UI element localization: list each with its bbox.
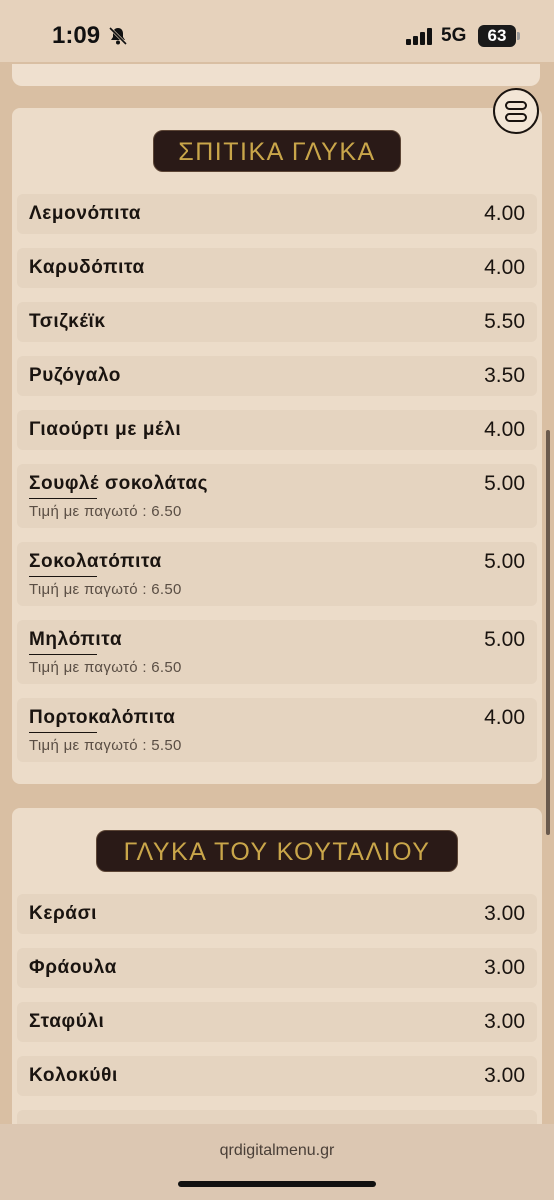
item-price: 4.00 [484,202,525,225]
menu-item[interactable]: Κολοκύθι 3.00 [17,1056,537,1096]
item-name: Ρυζόγαλο [29,365,122,386]
home-indicator[interactable] [178,1181,376,1187]
signal-icon [406,28,434,50]
menu-item[interactable]: Τσιζκέϊκ 5.50 [17,302,537,342]
menu-item[interactable]: Γιαούρτι με μέλι 4.00 [17,410,537,450]
menu-item[interactable]: Φράουλα 3.00 [17,948,537,988]
item-name: Λεμονόπιτα [29,203,142,224]
url-text[interactable]: qrdigitalmenu.gr [0,1142,554,1160]
status-bar: 1:09 5G 63 [0,0,554,62]
menu-item[interactable]: Μηλόπιτα 5.00 Τιμή με παγωτό : 6.50 [17,620,537,684]
item-price: 4.00 [484,418,525,441]
item-name: Τσιζκέϊκ [29,311,106,332]
menu-item[interactable]: Ρυζόγαλο 3.50 [17,356,537,396]
item-name: Γιαούρτι με μέλι [29,419,182,440]
item-ice-cream-price: Τιμή με παγωτό : 5.50 [29,737,182,754]
status-time: 1:09 [52,22,101,49]
network-type: 5G [441,25,467,46]
battery-icon: 63 [478,25,520,47]
menu-icon[interactable] [493,88,539,134]
menu-item[interactable]: Καρυδόπιτα 4.00 [17,248,537,288]
item-price: 3.00 [484,902,525,925]
item-name: Σταφύλι [29,1011,105,1032]
name-underline [29,654,97,655]
menu-icon-bar [505,113,527,122]
item-name: Σοκολατόπιτα [29,551,162,572]
item-price: 4.00 [484,256,525,279]
item-ice-cream-price: Τιμή με παγωτό : 6.50 [29,659,182,676]
bell-off-icon [108,26,128,51]
section-title: ΓΛΥΚΑ ΤΟΥ ΚΟΥΤΑΛΙΟΥ [96,830,458,872]
item-ice-cream-price: Τιμή με παγωτό : 6.50 [29,503,182,520]
item-name: Κεράσι [29,903,98,924]
menu-item[interactable]: Λεμονόπιτα 4.00 [17,194,537,234]
item-price: 5.00 [484,550,525,573]
item-name: Κολοκύθι [29,1065,118,1086]
item-price: 5.00 [484,628,525,651]
item-name: Καρυδόπιτα [29,257,145,278]
item-name: Πορτοκαλόπιτα [29,707,176,728]
name-underline [29,576,97,577]
item-name: Φράουλα [29,957,117,978]
item-price: 3.00 [484,1064,525,1087]
item-ice-cream-price: Τιμή με παγωτό : 6.50 [29,581,182,598]
menu-icon-bar [505,101,527,110]
scrollbar[interactable] [546,430,550,835]
previous-section-edge [12,64,540,86]
section-homemade-sweets: ΣΠΙΤΙΚΑ ΓΛΥΚΑ Λεμονόπιτα 4.00 Καρυδόπιτα… [12,108,542,784]
name-underline [29,498,97,499]
menu-item[interactable]: Σταφύλι 3.00 [17,1002,537,1042]
item-price: 3.00 [484,956,525,979]
item-price: 5.00 [484,472,525,495]
item-price: 4.00 [484,706,525,729]
menu-item[interactable]: Κεράσι 3.00 [17,894,537,934]
name-underline [29,732,97,733]
item-price: 3.50 [484,364,525,387]
menu-item[interactable]: Σουφλέ σοκολάτας 5.00 Τιμή με παγωτό : 6… [17,464,537,528]
item-price: 3.00 [484,1010,525,1033]
item-price: 5.50 [484,310,525,333]
item-name: Μηλόπιτα [29,629,123,650]
menu-item[interactable]: Σοκολατόπιτα 5.00 Τιμή με παγωτό : 6.50 [17,542,537,606]
item-name: Σουφλέ σοκολάτας [29,473,209,494]
browser-address-bar[interactable] [0,1124,554,1200]
section-title: ΣΠΙΤΙΚΑ ΓΛΥΚΑ [153,130,401,172]
menu-item[interactable]: Πορτοκαλόπιτα 4.00 Τιμή με παγωτό : 5.50 [17,698,537,762]
